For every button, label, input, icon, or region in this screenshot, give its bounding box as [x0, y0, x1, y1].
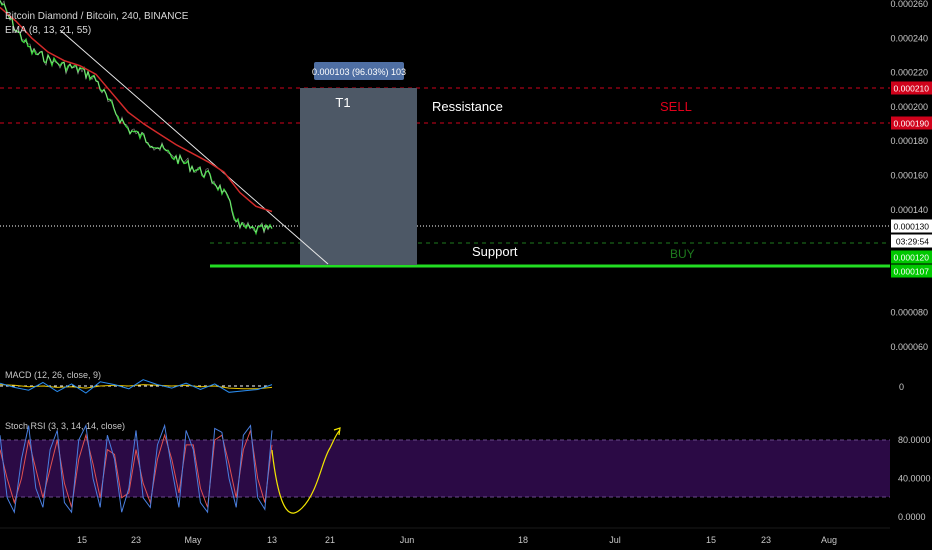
time-tick-label: Jun	[400, 535, 415, 545]
target-box[interactable]	[300, 88, 417, 265]
time-tick-label: 15	[706, 535, 716, 545]
price-tick-label: 0.000240	[890, 33, 928, 43]
stoch-rsi-label: Stoch RSI (3, 3, 14, 14, close)	[5, 421, 125, 431]
stoch-tick-label: 0.0000	[898, 512, 926, 522]
price-tick-label: 0.000260	[890, 0, 928, 9]
price-badge-label: 0.000190	[894, 119, 930, 129]
time-tick-label: May	[184, 535, 202, 545]
resistance-label: Ressistance	[432, 99, 503, 114]
chart-title: Bitcoin Diamond / Bitcoin, 240, BINANCE	[5, 11, 189, 22]
price-badge-label: 0.000210	[894, 84, 930, 94]
price-badge-label: 0.000130	[894, 222, 930, 232]
price-badge-label: 0.000120	[894, 253, 930, 263]
price-tick-label: 0.000060	[890, 342, 928, 352]
time-tick-label: 18	[518, 535, 528, 545]
price-tick-label: 0.000160	[890, 171, 928, 181]
time-tick-label: Jul	[609, 535, 621, 545]
support-label: Support	[472, 244, 518, 259]
time-tick-label: 23	[131, 535, 141, 545]
ema-legend: EMA (8, 13, 21, 55)	[5, 25, 91, 36]
buy-label: BUY	[670, 247, 695, 261]
stoch-tick-label: 80.0000	[898, 435, 931, 445]
time-tick-label: 15	[77, 535, 87, 545]
target-tooltip-text: 0.000103 (96.03%) 103	[312, 67, 406, 77]
price-tick-label: 0.000200	[890, 102, 928, 112]
trading-chart[interactable]: 0.000103 (96.03%) 103 T1 Ressistance SEL…	[0, 0, 932, 550]
price-badge-label: 0.000107	[894, 267, 930, 277]
price-badge-label: 03:29:54	[896, 237, 929, 247]
price-tick-label: 0.000080	[890, 308, 928, 318]
time-tick-label: 13	[267, 535, 277, 545]
time-tick-label: Aug	[821, 535, 837, 545]
time-tick-label: 21	[325, 535, 335, 545]
stoch-tick-label: 40.0000	[898, 474, 931, 484]
target-label: T1	[335, 95, 350, 110]
sell-label: SELL	[660, 99, 692, 114]
macd-label: MACD (12, 26, close, 9)	[5, 370, 101, 380]
macd-zero-tick: 0	[899, 382, 904, 392]
price-tick-label: 0.000140	[890, 205, 928, 215]
time-tick-label: 23	[761, 535, 771, 545]
price-tick-label: 0.000180	[890, 136, 928, 146]
price-tick-label: 0.000220	[890, 68, 928, 78]
